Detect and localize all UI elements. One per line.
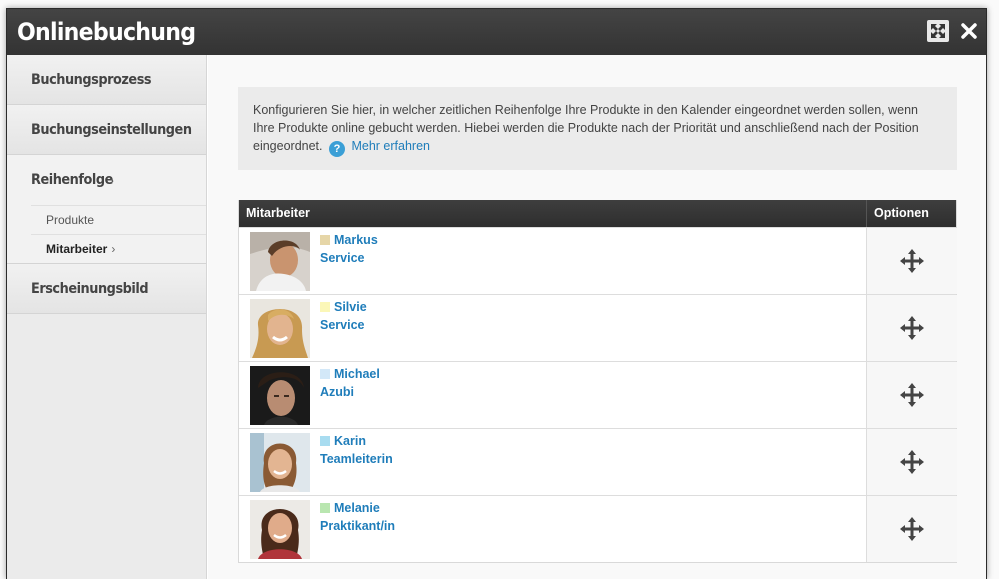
table-row: Melanie Praktikant/in bbox=[239, 495, 957, 562]
sidebar-subitem-produkte[interactable]: Produkte bbox=[31, 205, 206, 234]
employee-role-link[interactable]: Service bbox=[320, 251, 364, 265]
avatar bbox=[250, 366, 310, 425]
color-swatch bbox=[320, 302, 330, 312]
move-icon[interactable] bbox=[866, 496, 957, 562]
move-icon[interactable] bbox=[866, 228, 957, 294]
sidebar-item-erscheinungsbild[interactable]: Erscheinungsbild bbox=[7, 264, 206, 314]
sidebar-item-label: Erscheinungsbild bbox=[31, 281, 149, 297]
table-header: Mitarbeiter Optionen bbox=[239, 200, 956, 227]
sidebar-item-buchungseinstellungen[interactable]: Buchungseinstellungen bbox=[7, 105, 206, 155]
color-swatch bbox=[320, 503, 330, 513]
color-swatch bbox=[320, 369, 330, 379]
table-row: Michael Azubi bbox=[239, 361, 957, 428]
expand-icon[interactable] bbox=[927, 20, 949, 42]
online-booking-dialog: Onlinebuchung Buchungsprozess Buchungsei… bbox=[6, 8, 987, 579]
sidebar-subitem-mitarbeiter[interactable]: Mitarbeiter › bbox=[31, 234, 206, 263]
avatar bbox=[250, 232, 310, 291]
chevron-right-icon: › bbox=[109, 172, 114, 189]
main-content: Konfigurieren Sie hier, in welcher zeitl… bbox=[208, 55, 986, 579]
employee-name-link[interactable]: Karin bbox=[320, 434, 366, 448]
sidebar-item-buchungsprozess[interactable]: Buchungsprozess bbox=[7, 55, 206, 105]
employee-role-link[interactable]: Service bbox=[320, 318, 364, 332]
info-box: Konfigurieren Sie hier, in welcher zeitl… bbox=[238, 87, 957, 170]
employee-name-link[interactable]: Markus bbox=[320, 233, 378, 247]
move-icon[interactable] bbox=[866, 295, 957, 361]
table-row: Karin Teamleiterin bbox=[239, 428, 957, 495]
dialog-titlebar: Onlinebuchung bbox=[7, 9, 986, 55]
help-icon[interactable]: ? bbox=[329, 141, 345, 157]
sidebar-nav: Buchungsprozess Buchungseinstellungen Re… bbox=[7, 55, 207, 579]
sidebar-item-reihenfolge[interactable]: Reihenfolge › bbox=[7, 155, 206, 205]
chevron-right-icon: › bbox=[111, 242, 116, 256]
employee-role-link[interactable]: Teamleiterin bbox=[320, 452, 393, 466]
employee-name-link[interactable]: Michael bbox=[320, 367, 380, 381]
sidebar-subitem-label: Produkte bbox=[46, 213, 95, 227]
sidebar-subitem-label: Mitarbeiter bbox=[46, 242, 108, 256]
column-header-employee: Mitarbeiter bbox=[246, 206, 310, 220]
employee-role-link[interactable]: Azubi bbox=[320, 385, 354, 399]
sidebar-item-label: Buchungsprozess bbox=[31, 72, 152, 88]
table-row: Markus Service bbox=[239, 227, 957, 294]
sidebar-group-reihenfolge: Reihenfolge › Produkte Mitarbeiter › bbox=[7, 155, 206, 264]
employee-name-link[interactable]: Melanie bbox=[320, 501, 380, 515]
table-row: Silvie Service bbox=[239, 294, 957, 361]
employee-order-table: Mitarbeiter Optionen Markus Service Silv… bbox=[238, 200, 957, 563]
more-info-link[interactable]: Mehr erfahren bbox=[351, 139, 430, 153]
avatar bbox=[250, 433, 310, 492]
sidebar-item-label: Buchungseinstellungen bbox=[31, 122, 192, 138]
color-swatch bbox=[320, 235, 330, 245]
dialog-title: Onlinebuchung bbox=[17, 18, 196, 46]
close-icon[interactable] bbox=[958, 20, 980, 42]
employee-name-link[interactable]: Silvie bbox=[320, 300, 367, 314]
avatar bbox=[250, 299, 310, 358]
move-icon[interactable] bbox=[866, 429, 957, 495]
color-swatch bbox=[320, 436, 330, 446]
employee-role-link[interactable]: Praktikant/in bbox=[320, 519, 395, 533]
move-icon[interactable] bbox=[866, 362, 957, 428]
column-header-options: Optionen bbox=[866, 200, 958, 227]
sidebar-item-label: Reihenfolge bbox=[31, 172, 113, 188]
avatar bbox=[250, 500, 310, 559]
